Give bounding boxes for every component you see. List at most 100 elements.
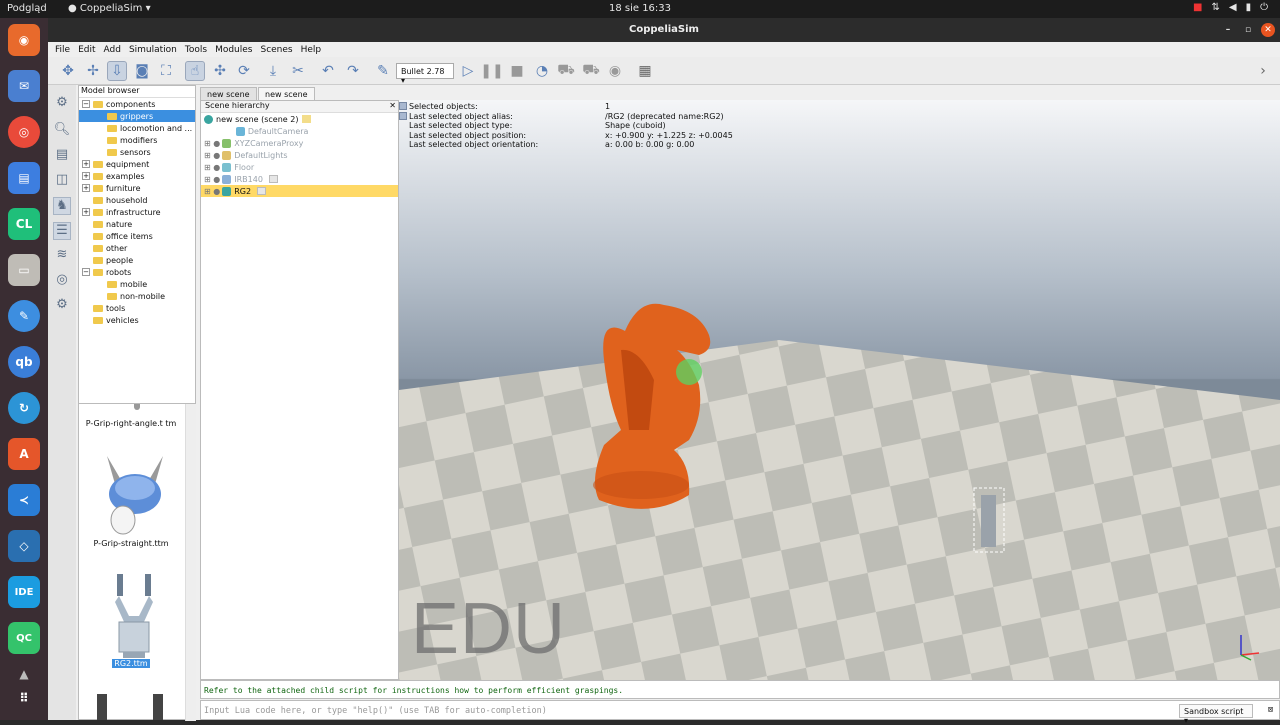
- qbittorrent-icon[interactable]: qb: [8, 346, 40, 378]
- model-tree-item[interactable]: people: [79, 254, 195, 266]
- physics-engine-select[interactable]: Bullet 2.78 ▾: [396, 63, 454, 85]
- ide-icon[interactable]: IDE: [8, 576, 40, 608]
- model-tree-item[interactable]: nature: [79, 218, 195, 230]
- undo-icon[interactable]: ↶: [318, 61, 338, 81]
- clock[interactable]: 18 sie 16:33: [0, 3, 1280, 14]
- maximize-icon[interactable]: ▫: [1241, 23, 1255, 37]
- info-toggle-icon[interactable]: [399, 102, 407, 110]
- play-icon[interactable]: ▷: [458, 61, 478, 81]
- hierarchy-item[interactable]: ⊞ ● RG2: [201, 185, 398, 197]
- model-tree-item[interactable]: mobile: [79, 278, 195, 290]
- scene-settings-icon[interactable]: ▦: [635, 61, 655, 81]
- expand-icon[interactable]: ⊞ ●: [204, 151, 220, 160]
- menu-simulation[interactable]: Simulation: [129, 45, 177, 55]
- hierarchy-item[interactable]: ⊞ ● IRB140: [201, 173, 398, 185]
- model-tree-item[interactable]: non-mobile: [79, 290, 195, 302]
- rotate-camera-icon[interactable]: ✢: [83, 61, 103, 81]
- model-tree-item[interactable]: + furniture: [79, 182, 195, 194]
- model-tree-item[interactable]: vehicles: [79, 314, 195, 326]
- vscode-icon[interactable]: ≺: [8, 484, 40, 516]
- menu-tools[interactable]: Tools: [185, 45, 207, 55]
- menu-file[interactable]: File: [55, 45, 70, 55]
- model-tree-item[interactable]: − robots: [79, 266, 195, 278]
- pan-icon[interactable]: ✥: [58, 61, 78, 81]
- model-tree-item[interactable]: + equipment: [79, 158, 195, 170]
- model-tree-item[interactable]: other: [79, 242, 195, 254]
- 3d-viewport[interactable]: Selected objects: 1 Last selected object a…: [399, 100, 1280, 680]
- model-tree-item[interactable]: modifiers: [79, 134, 195, 146]
- object-rotate-icon[interactable]: ⟳: [234, 61, 254, 81]
- p-grip-straight-thumbnail[interactable]: [99, 452, 171, 540]
- pause-icon[interactable]: ❚❚: [480, 61, 503, 81]
- model-tree-item[interactable]: + infrastructure: [79, 206, 195, 218]
- writer-icon[interactable]: ▤: [8, 162, 40, 194]
- mail-icon[interactable]: ✉: [8, 70, 40, 102]
- sync-icon[interactable]: ↻: [8, 392, 40, 424]
- camera-angle-icon[interactable]: ◙: [132, 61, 152, 81]
- model-tree-item[interactable]: household: [79, 194, 195, 206]
- faster-icon[interactable]: ⛟: [581, 61, 601, 81]
- expand-icon[interactable]: ⊞ ●: [204, 175, 220, 184]
- model-tree-item[interactable]: tools: [79, 302, 195, 314]
- scripts-icon[interactable]: ▤: [53, 147, 71, 165]
- lua-input[interactable]: Input Lua code here, or type "help()" (u…: [200, 700, 1280, 725]
- thumbnail-scrollbar[interactable]: [185, 404, 196, 721]
- scene-root[interactable]: new scene (scene 2): [201, 113, 398, 125]
- thumb-caption-selected[interactable]: RG2.ttm: [112, 659, 150, 668]
- menu-help[interactable]: Help: [301, 45, 322, 55]
- minimize-icon[interactable]: –: [1221, 23, 1235, 37]
- qtcreator-icon[interactable]: QC: [8, 622, 40, 654]
- chrome-icon[interactable]: ◎: [8, 116, 40, 148]
- hierarchy-item[interactable]: ⊞ ● Floor: [201, 161, 398, 173]
- script-icon[interactable]: [268, 175, 278, 183]
- firefox-icon[interactable]: ◉: [8, 24, 40, 56]
- system-tray[interactable]: ■ ⇅ ◀ ▮ ⏻: [1193, 2, 1268, 13]
- expand-icon[interactable]: +: [82, 160, 90, 168]
- layers-icon[interactable]: ≋: [53, 247, 71, 265]
- model-tree-item[interactable]: sensors: [79, 146, 195, 158]
- toolbar-overflow-icon[interactable]: ›: [1253, 61, 1273, 81]
- virtualbox-icon[interactable]: ◇: [8, 530, 40, 562]
- dynamics-icon[interactable]: ✎: [373, 61, 393, 81]
- real-time-icon[interactable]: ◔: [532, 61, 552, 81]
- visualization-icon[interactable]: ◉: [605, 61, 625, 81]
- hierarchy-item[interactable]: DefaultCamera: [201, 125, 398, 137]
- model-tree-item[interactable]: locomotion and ...: [79, 122, 195, 134]
- expand-icon[interactable]: −: [82, 100, 90, 108]
- tool-icon[interactable]: ✎: [8, 300, 40, 332]
- tab-scene-2[interactable]: new scene: [258, 87, 315, 101]
- shift-camera-icon[interactable]: ⇩: [107, 61, 127, 81]
- model-tree-item[interactable]: office items: [79, 230, 195, 242]
- info-toggle-icon[interactable]: [399, 112, 407, 120]
- click-select-icon[interactable]: ☝: [185, 61, 205, 81]
- model-tree-item[interactable]: + examples: [79, 170, 195, 182]
- hierarchy-item[interactable]: ⊞ ● XYZCameraProxy: [201, 137, 398, 149]
- clear-icon[interactable]: ⊠: [1268, 705, 1273, 715]
- stop-icon[interactable]: ■: [507, 61, 527, 81]
- expand-icon[interactable]: −: [82, 268, 90, 276]
- show-apps-icon[interactable]: ⠿: [8, 682, 40, 714]
- model-tree-item[interactable]: − components: [79, 98, 195, 110]
- transfer-dna-icon[interactable]: ✂: [288, 61, 308, 81]
- expand-icon[interactable]: +: [82, 172, 90, 180]
- slower-icon[interactable]: ⛟: [556, 61, 576, 81]
- close-icon[interactable]: ✕: [1261, 23, 1275, 37]
- scene-hierarchy-icon[interactable]: ☰: [53, 222, 71, 240]
- menu-add[interactable]: Add: [104, 45, 121, 55]
- expand-icon[interactable]: +: [82, 184, 90, 192]
- user-settings-icon[interactable]: ⚙: [53, 297, 71, 315]
- sim-settings-icon[interactable]: ⚙: [53, 95, 71, 113]
- redo-icon[interactable]: ↷: [343, 61, 363, 81]
- expand-icon[interactable]: +: [82, 208, 90, 216]
- expand-icon[interactable]: ⊞ ●: [204, 139, 220, 148]
- expand-icon[interactable]: [216, 127, 234, 136]
- menu-modules[interactable]: Modules: [215, 45, 252, 55]
- close-hierarchy-icon[interactable]: ✕: [389, 101, 396, 110]
- clion-icon[interactable]: CL: [8, 208, 40, 240]
- menu-scenes[interactable]: Scenes: [260, 45, 292, 55]
- assemble-icon[interactable]: ⤓: [263, 61, 283, 81]
- rg2-thumbnail[interactable]: [109, 572, 159, 662]
- software-center-icon[interactable]: A: [8, 438, 40, 470]
- film-icon[interactable]: ◎: [53, 272, 71, 290]
- model-browser-icon[interactable]: ♞: [53, 197, 71, 215]
